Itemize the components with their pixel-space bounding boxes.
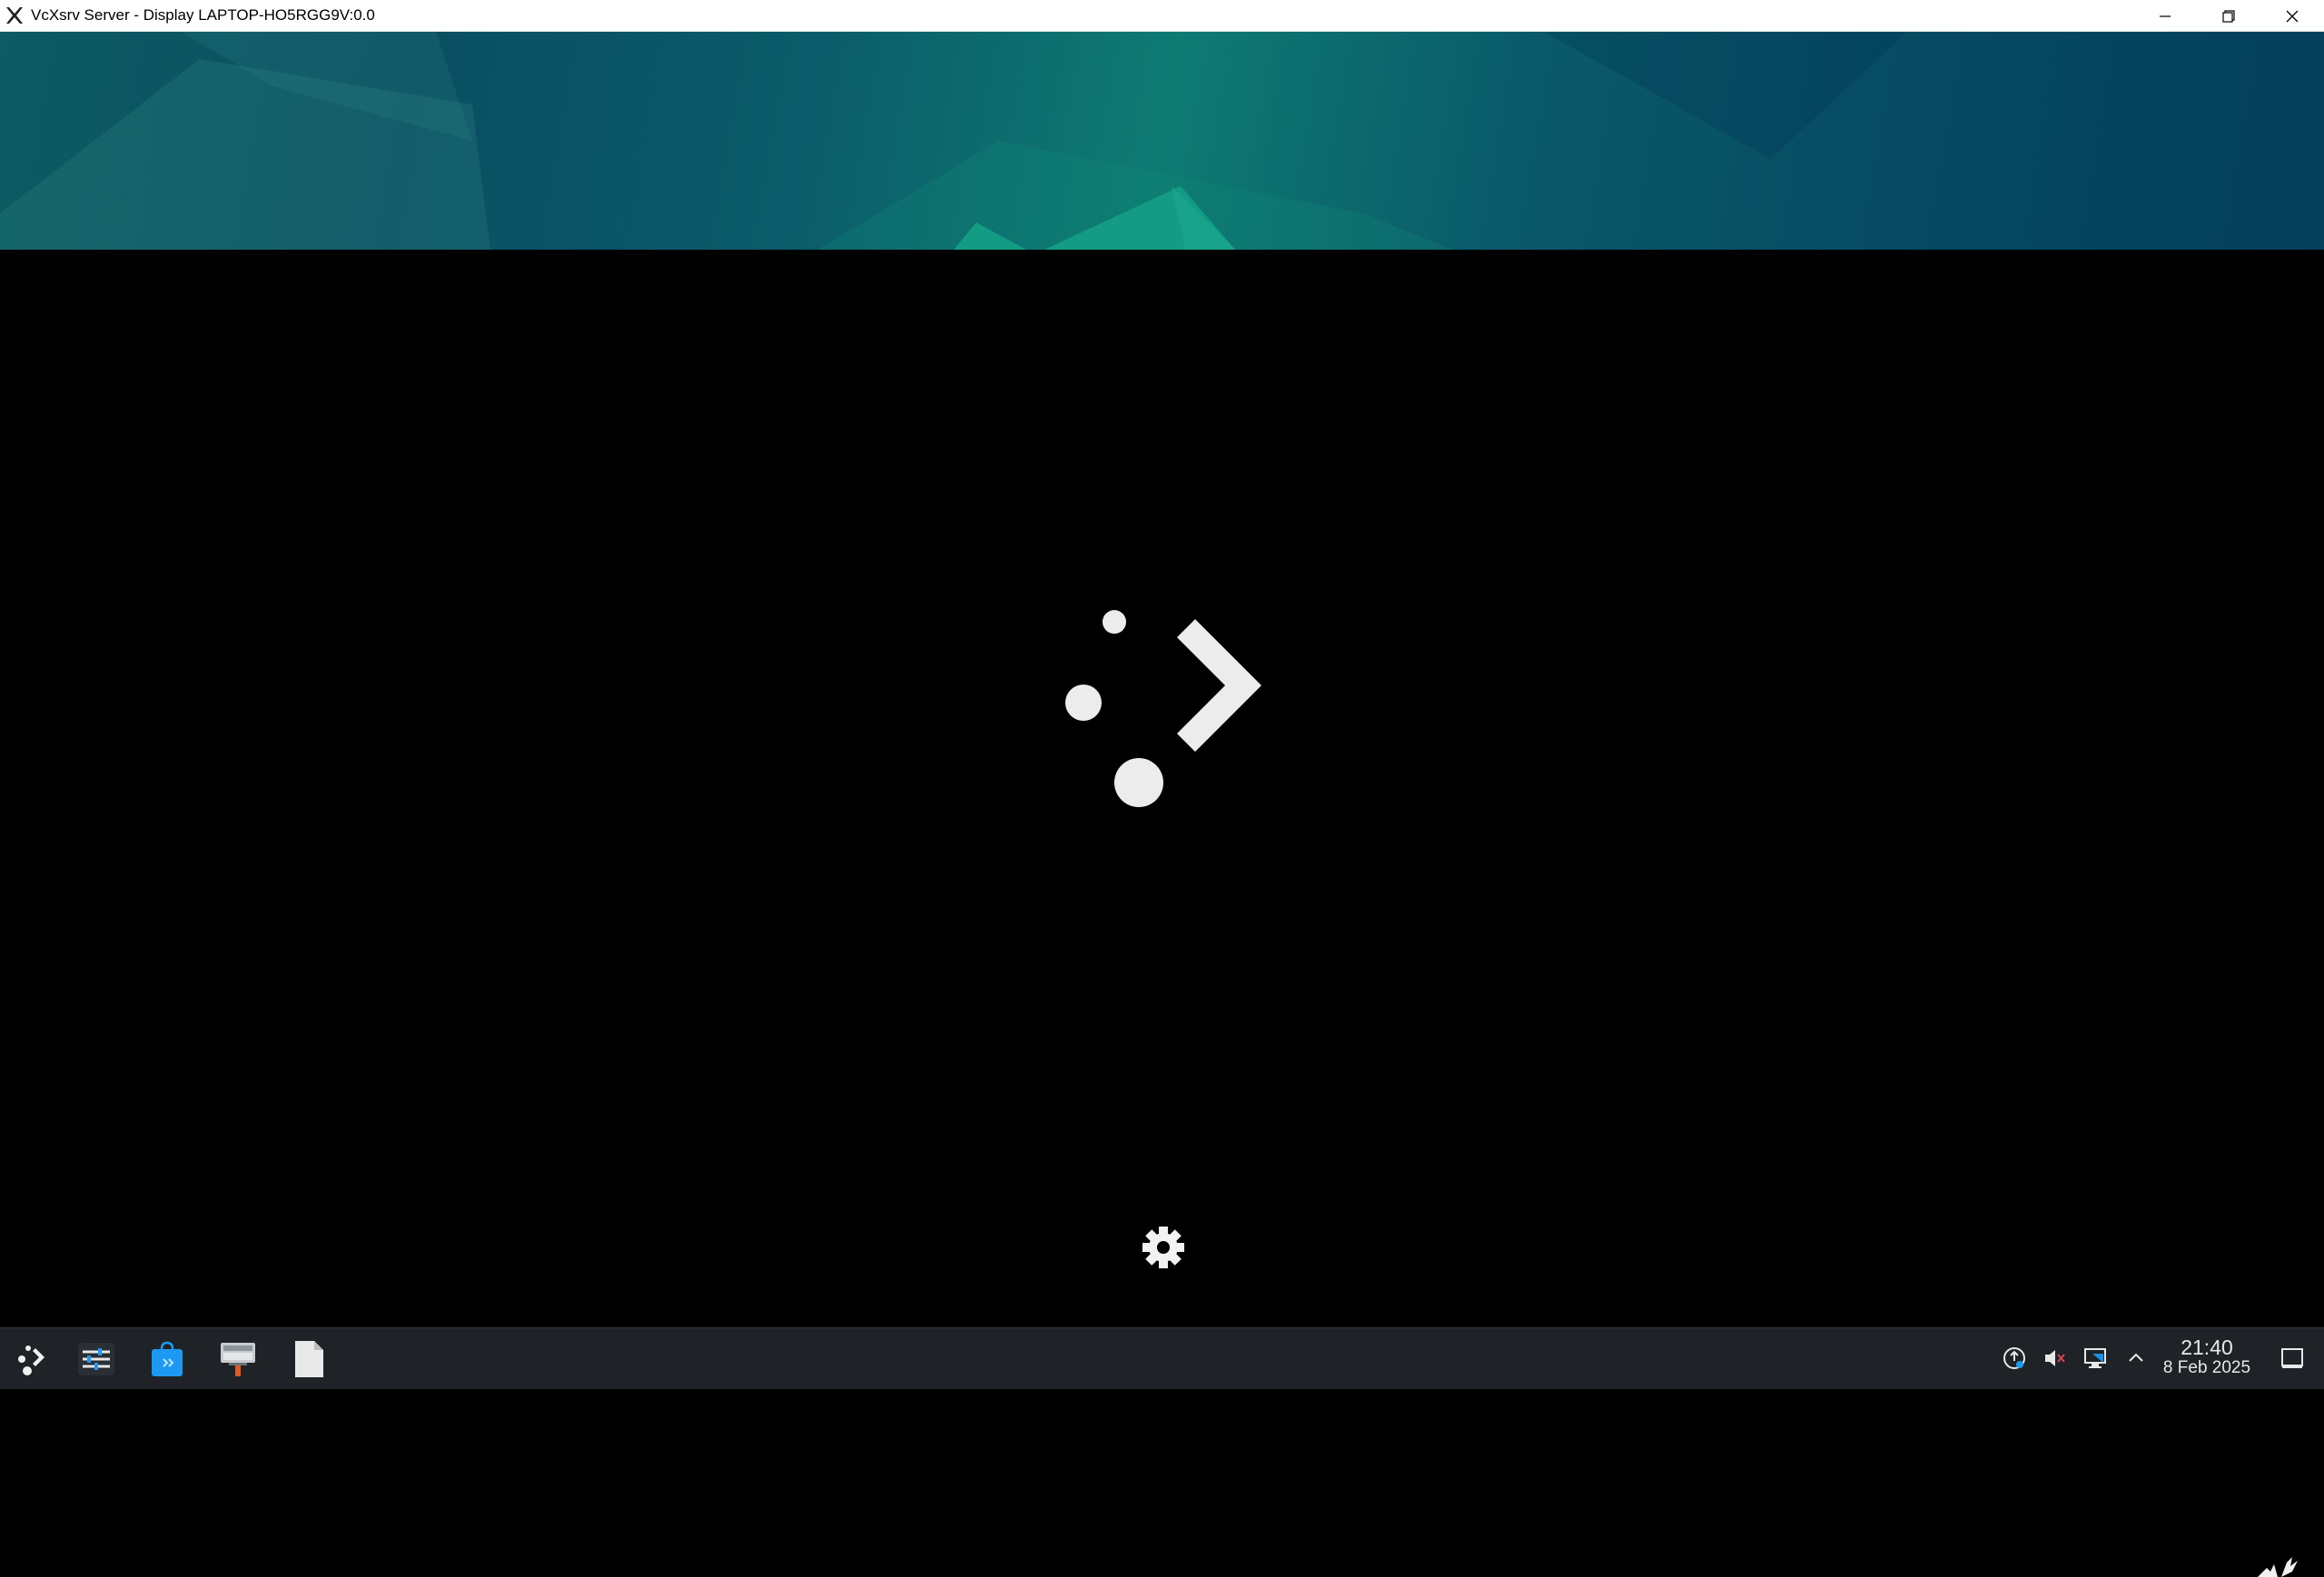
plasma-launcher-icon (18, 1345, 45, 1375)
kde-corner-logo-icon (2258, 1557, 2298, 1577)
vcxsrv-x-icon (4, 5, 25, 26)
system-settings-launcher[interactable] (73, 1328, 120, 1390)
restore-button[interactable] (2197, 0, 2260, 32)
update-notifier-button[interactable] (2002, 1345, 2027, 1371)
volume-button[interactable] (2042, 1345, 2067, 1371)
document-icon (295, 1341, 323, 1377)
minimize-button[interactable] (2133, 0, 2197, 32)
network-button[interactable] (2083, 1345, 2109, 1371)
chevron-up-icon (2129, 1353, 2143, 1362)
kde-plasma-logo-icon (1065, 610, 1261, 807)
clock-date: 8 Feb 2025 (2162, 1358, 2251, 1377)
settings-sliders-icon (78, 1343, 114, 1375)
minimize-icon (2160, 15, 2171, 17)
document-launcher[interactable] (285, 1328, 332, 1390)
plasma-taskbar (0, 1327, 2324, 1389)
window-title: VcXsrv Server - Display LAPTOP-HO5RGG9V:… (31, 6, 375, 24)
close-icon (2286, 10, 2299, 22)
desktop-pager[interactable] (214, 1328, 262, 1390)
gear-icon (1142, 1227, 1184, 1268)
application-launcher-button[interactable] (7, 1328, 54, 1390)
restore-icon (2222, 9, 2235, 23)
desktop-wallpaper (0, 32, 2324, 250)
plasma-splash-screen (0, 250, 2324, 1577)
show-desktop-icon (2281, 1348, 2303, 1368)
show-hidden-tray-button[interactable] (2123, 1345, 2149, 1371)
show-desktop-button[interactable] (2279, 1345, 2305, 1371)
update-icon (2003, 1347, 2025, 1369)
shopping-bag-icon (152, 1341, 183, 1376)
close-button[interactable] (2260, 0, 2324, 32)
window-titlebar[interactable]: VcXsrv Server - Display LAPTOP-HO5RGG9V:… (0, 0, 2324, 32)
clock-time: 21:40 (2181, 1336, 2233, 1359)
discover-launcher[interactable] (143, 1328, 191, 1390)
window-controls (2133, 0, 2324, 32)
digital-clock[interactable]: 21:40 8 Feb 2025 (2152, 1336, 2261, 1378)
pager-icon (221, 1343, 255, 1376)
volume-muted-icon (2045, 1350, 2065, 1366)
network-monitor-icon (2084, 1348, 2106, 1368)
